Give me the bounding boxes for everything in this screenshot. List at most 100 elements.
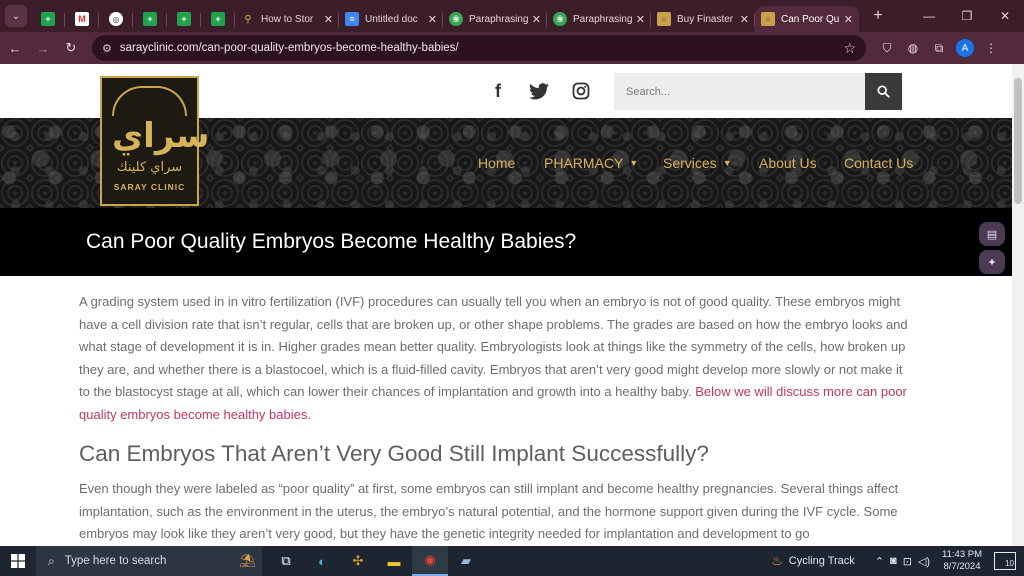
- browser-tab-active[interactable]: ⌂ Can Poor Qu ✕: [755, 6, 859, 32]
- tab-close-icon[interactable]: ✕: [740, 13, 749, 26]
- shield-icon[interactable]: ⛉: [874, 35, 900, 61]
- sheet-icon: +: [41, 12, 55, 26]
- volume-icon[interactable]: ◁): [918, 555, 930, 568]
- browser-tab[interactable]: ⌂ Buy Finaster ✕: [651, 6, 755, 32]
- browser-tab[interactable]: +: [201, 6, 235, 32]
- browser-tab[interactable]: ❀ Paraphrasing ✕: [443, 6, 547, 32]
- nav-contact-us[interactable]: Contact Us: [844, 154, 913, 172]
- menu-dots-icon[interactable]: ⋮: [978, 35, 1004, 61]
- article-paragraph-2: Even though they were labeled as “poor q…: [79, 481, 899, 541]
- close-window-button[interactable]: ✕: [986, 0, 1024, 32]
- site-search-button[interactable]: [865, 73, 902, 110]
- taskbar-search[interactable]: ⌕ Type here to search ⛱: [36, 546, 262, 576]
- weather-label[interactable]: Cycling Track: [789, 555, 855, 567]
- page-title-bar: Can Poor Quality Embryos Become Healthy …: [0, 208, 1012, 276]
- nav-about-label: About Us: [759, 155, 817, 171]
- logo-arch: [112, 86, 187, 116]
- nav-pharmacy-label: PHARMACY: [544, 155, 624, 171]
- clock[interactable]: 11:43 PM 8/7/2024: [942, 549, 982, 573]
- chevron-down-icon: ⌄: [11, 10, 21, 22]
- browser-tab[interactable]: M: [65, 6, 99, 32]
- task-view-icon[interactable]: ⧉: [268, 546, 304, 576]
- tab-close-icon[interactable]: ✕: [636, 13, 645, 26]
- arrow-right-icon: →: [36, 40, 50, 56]
- slack-icon[interactable]: ✣: [340, 546, 376, 576]
- page-title: Can Poor Quality Embryos Become Healthy …: [86, 230, 577, 253]
- tab-title: How to Stor: [261, 13, 314, 25]
- document-icon[interactable]: ▤: [979, 222, 1005, 246]
- browser-tab[interactable]: +: [167, 6, 201, 32]
- minimize-button[interactable]: —: [910, 0, 948, 32]
- window-controls: — ❐ ✕: [910, 0, 1024, 32]
- saray-icon: ⌂: [761, 12, 775, 26]
- logo-arabic-text: سراي كلينك: [116, 160, 183, 175]
- back-button[interactable]: ←: [2, 35, 28, 61]
- address-bar[interactable]: ⚙ sarayclinic.com/can-poor-quality-embry…: [92, 35, 866, 61]
- tab-title: Can Poor Qu: [781, 13, 840, 25]
- puzzle-icon[interactable]: ⧉: [926, 35, 952, 61]
- plus-icon: +: [873, 7, 883, 24]
- tab-title: Untitled doc: [365, 13, 418, 25]
- restore-button[interactable]: ❐: [948, 0, 986, 32]
- tab-title: Buy Finaster: [677, 13, 734, 25]
- nav-services[interactable]: Services ▼: [663, 154, 732, 172]
- url-text[interactable]: sarayclinic.com/can-poor-quality-embryos…: [120, 42, 459, 54]
- taskbar-apps: ⧉ ◐ ✣ ▬ ◉ ▰: [268, 546, 484, 576]
- file-explorer-icon[interactable]: ▬: [376, 546, 412, 576]
- twitter-icon[interactable]: [528, 78, 550, 104]
- instagram-icon[interactable]: [571, 78, 591, 104]
- tab-close-icon[interactable]: ✕: [532, 13, 541, 26]
- logo-mark: سراي: [112, 116, 212, 156]
- browser-tab[interactable]: ❀ Paraphrasing ✕: [547, 6, 651, 32]
- extensions-area: ⛉ ◍ ⧉ A ⋮: [874, 35, 1004, 61]
- arrow-left-icon: ←: [8, 40, 22, 56]
- nav-home[interactable]: Home: [478, 154, 515, 172]
- forward-button[interactable]: →: [30, 35, 56, 61]
- nav-pharmacy[interactable]: PHARMACY ▼: [544, 154, 638, 172]
- search-icon: [877, 85, 890, 98]
- profile-avatar[interactable]: A: [956, 39, 974, 57]
- saray-clinic-logo[interactable]: سراي سراي كلينك SARAY CLINIC: [100, 76, 212, 206]
- nav-about-us[interactable]: About Us: [759, 154, 817, 172]
- globe-icon[interactable]: ◍: [900, 35, 926, 61]
- article-paragraph: A grading system used in in vitro fertil…: [79, 291, 909, 426]
- bookmark-star-icon[interactable]: ☆: [843, 40, 856, 57]
- scrollbar-thumb[interactable]: [1014, 78, 1022, 204]
- tab-list: + M ◎ + + + ⚲ How to Stor ✕ ≡ Untitled doc ✕ ❀ Paraph…: [31, 0, 859, 32]
- browser-tab[interactable]: ⚲ How to Stor ✕: [235, 6, 339, 32]
- edge-icon[interactable]: ◐: [304, 546, 340, 576]
- facebook-icon[interactable]: f: [490, 78, 506, 104]
- browser-tab[interactable]: +: [31, 6, 65, 32]
- tab-search-button[interactable]: ⌄: [5, 5, 27, 27]
- sheet-icon: +: [211, 12, 225, 26]
- notification-center-icon[interactable]: 10: [994, 552, 1016, 570]
- tab-close-icon[interactable]: ✕: [324, 13, 333, 26]
- sparkle-icon[interactable]: ✦: [979, 250, 1005, 274]
- clock-time: 11:43 PM: [942, 549, 982, 560]
- new-tab-button[interactable]: +: [865, 3, 891, 29]
- notepad-icon[interactable]: ▰: [448, 546, 484, 576]
- weather-icon[interactable]: ♨: [771, 553, 783, 569]
- windows-taskbar: ⌕ Type here to search ⛱ ⧉ ◐ ✣ ▬ ◉ ▰ ♨ Cy…: [0, 546, 1024, 576]
- browser-tab[interactable]: +: [133, 6, 167, 32]
- network-icon[interactable]: ⊡: [903, 555, 912, 568]
- notification-count: 10: [1005, 559, 1014, 568]
- docs-icon: ≡: [345, 12, 359, 26]
- tab-title: Paraphrasing: [469, 13, 529, 25]
- chevron-up-icon[interactable]: ⌃: [875, 555, 884, 568]
- logo-latin-text: SARAY CLINIC: [113, 182, 186, 192]
- gmail-icon: M: [75, 12, 89, 26]
- site-search-input[interactable]: [614, 73, 865, 110]
- chrome-icon[interactable]: ◉: [412, 546, 448, 576]
- site-info-icon[interactable]: ⚙: [102, 42, 112, 55]
- article-subheading: Can Embryos That Aren’t Very Good Still …: [79, 441, 709, 466]
- nav-contact-label: Contact Us: [844, 155, 914, 171]
- tab-close-icon[interactable]: ✕: [844, 13, 853, 26]
- browser-tab[interactable]: ◎: [99, 6, 133, 32]
- browser-tab[interactable]: ≡ Untitled doc ✕: [339, 6, 443, 32]
- meet-icon[interactable]: ◙: [890, 555, 897, 567]
- page-scrollbar[interactable]: [1012, 64, 1024, 546]
- start-button[interactable]: [0, 546, 36, 576]
- reload-button[interactable]: ↻: [58, 35, 84, 61]
- tab-close-icon[interactable]: ✕: [428, 13, 437, 26]
